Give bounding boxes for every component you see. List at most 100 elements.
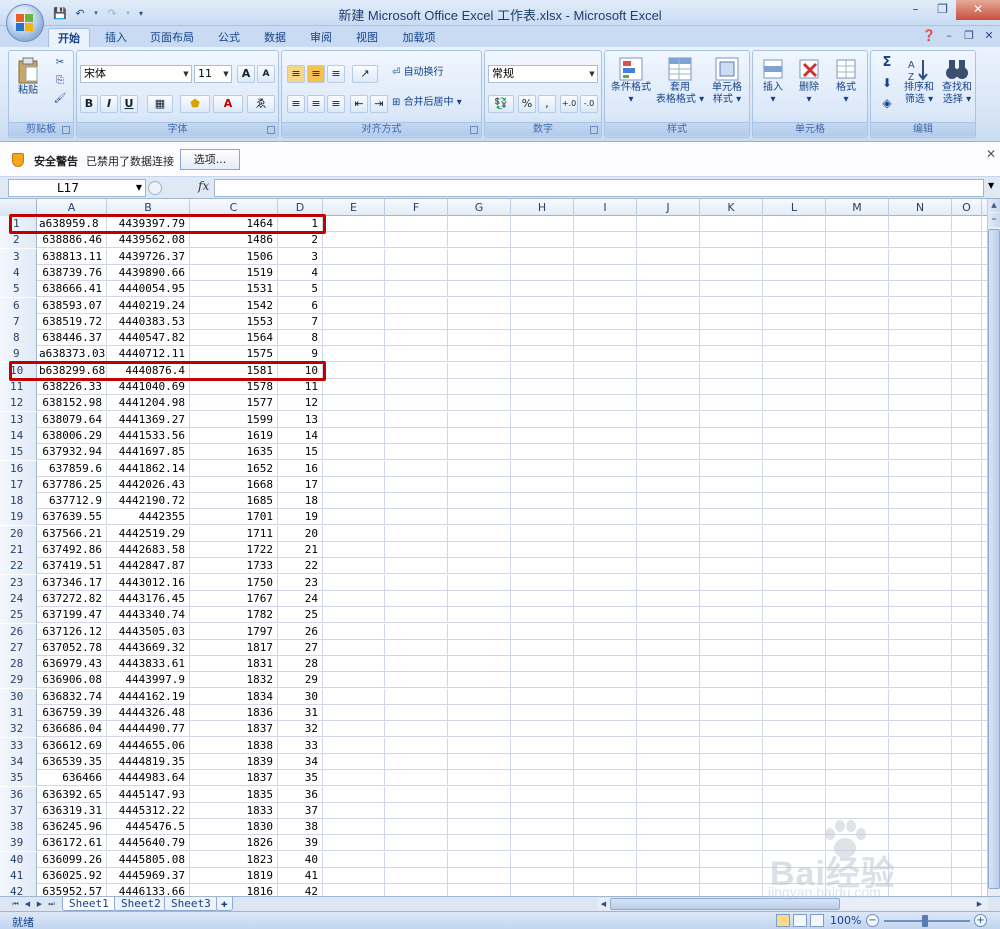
empty-cell[interactable] — [448, 461, 511, 477]
column-header-f[interactable]: F — [385, 199, 448, 216]
empty-cell[interactable] — [637, 787, 700, 803]
cell-a[interactable]: 637052.78 — [37, 640, 107, 656]
empty-cell[interactable] — [574, 298, 637, 314]
scroll-left-icon[interactable]: ◀ — [598, 898, 609, 910]
security-options-button[interactable]: 选项... — [180, 149, 240, 170]
empty-cell[interactable] — [889, 575, 952, 591]
minimize-button[interactable]: – — [902, 0, 929, 20]
row-header[interactable]: 16 — [0, 461, 37, 477]
row-header[interactable]: 41 — [0, 868, 37, 884]
empty-cell[interactable] — [763, 395, 826, 411]
cell-b[interactable]: 4442355 — [107, 509, 190, 525]
empty-cell[interactable] — [826, 591, 889, 607]
decrease-indent-icon[interactable]: ⇤ — [350, 95, 368, 113]
empty-cell[interactable] — [700, 689, 763, 705]
empty-cell[interactable] — [574, 689, 637, 705]
empty-cell[interactable] — [700, 526, 763, 542]
empty-cell[interactable] — [574, 542, 637, 558]
empty-cell[interactable] — [826, 884, 889, 896]
cell-a[interactable]: 636979.43 — [37, 656, 107, 672]
cell-b[interactable]: 4439397.79 — [107, 216, 190, 232]
cell-d[interactable]: 23 — [278, 575, 323, 591]
empty-cell[interactable] — [323, 770, 385, 786]
name-box[interactable]: L17 ▼ — [8, 179, 146, 197]
empty-cell[interactable] — [637, 591, 700, 607]
empty-cell[interactable] — [700, 265, 763, 281]
empty-cell[interactable] — [763, 461, 826, 477]
empty-cell[interactable] — [511, 493, 574, 509]
align-top-icon[interactable]: ≡ — [287, 65, 305, 83]
empty-cell[interactable] — [826, 835, 889, 851]
empty-cell[interactable] — [385, 412, 448, 428]
orientation-icon[interactable]: ↗ — [352, 65, 378, 83]
empty-cell[interactable] — [385, 868, 448, 884]
tab-page-layout[interactable]: 页面布局 — [144, 28, 200, 47]
empty-cell[interactable] — [763, 216, 826, 232]
row-header[interactable]: 35 — [0, 770, 37, 786]
empty-cell[interactable] — [385, 689, 448, 705]
empty-cell[interactable] — [637, 526, 700, 542]
empty-cell[interactable] — [826, 672, 889, 688]
cell-b[interactable]: 4440054.95 — [107, 281, 190, 297]
increase-indent-icon[interactable]: ⇥ — [370, 95, 388, 113]
cell-a[interactable]: 637566.21 — [37, 526, 107, 542]
cell-b[interactable]: 4442683.58 — [107, 542, 190, 558]
empty-cell[interactable] — [952, 770, 982, 786]
cell-b[interactable]: 4443176.45 — [107, 591, 190, 607]
align-bottom-icon[interactable]: ≡ — [327, 65, 345, 83]
split-box-icon[interactable]: ═ — [988, 213, 1000, 227]
insert-cells-button[interactable]: 插入 ▾ — [757, 56, 789, 106]
empty-cell[interactable] — [826, 232, 889, 248]
empty-cell[interactable] — [385, 672, 448, 688]
empty-cell[interactable] — [448, 395, 511, 411]
empty-cell[interactable] — [952, 835, 982, 851]
cell-d[interactable]: 9 — [278, 346, 323, 362]
conditional-formatting-button[interactable]: 条件格式 ▾ — [607, 56, 655, 106]
cell-c[interactable]: 1578 — [190, 379, 278, 395]
prev-sheet-icon[interactable]: ◀ — [22, 898, 33, 910]
empty-cell[interactable] — [323, 395, 385, 411]
empty-cell[interactable] — [637, 558, 700, 574]
empty-cell[interactable] — [700, 249, 763, 265]
cell-c[interactable]: 1819 — [190, 868, 278, 884]
close-icon[interactable]: ✕ — [986, 147, 996, 161]
empty-cell[interactable] — [700, 591, 763, 607]
cell-b[interactable]: 4441204.98 — [107, 395, 190, 411]
empty-cell[interactable] — [826, 314, 889, 330]
empty-cell[interactable] — [889, 379, 952, 395]
empty-cell[interactable] — [763, 689, 826, 705]
fill-icon[interactable]: ⬇ — [877, 77, 897, 89]
empty-cell[interactable] — [385, 428, 448, 444]
empty-cell[interactable] — [637, 281, 700, 297]
cell-a[interactable]: 637492.86 — [37, 542, 107, 558]
column-header-k[interactable]: K — [700, 199, 763, 216]
empty-cell[interactable] — [637, 689, 700, 705]
empty-cell[interactable] — [763, 428, 826, 444]
empty-cell[interactable] — [574, 395, 637, 411]
cell-a[interactable]: 638739.76 — [37, 265, 107, 281]
empty-cell[interactable] — [952, 738, 982, 754]
empty-cell[interactable] — [323, 787, 385, 803]
cell-d[interactable]: 25 — [278, 607, 323, 623]
empty-cell[interactable] — [700, 705, 763, 721]
cell-b[interactable]: 4440876.4 — [107, 363, 190, 379]
font-name-select[interactable]: 宋体 ▼ — [80, 65, 192, 83]
empty-cell[interactable] — [385, 249, 448, 265]
empty-cell[interactable] — [700, 868, 763, 884]
empty-cell[interactable] — [700, 461, 763, 477]
cell-b[interactable]: 4444162.19 — [107, 689, 190, 705]
empty-cell[interactable] — [700, 346, 763, 362]
empty-cell[interactable] — [511, 265, 574, 281]
empty-cell[interactable] — [763, 265, 826, 281]
empty-cell[interactable] — [637, 819, 700, 835]
empty-cell[interactable] — [323, 249, 385, 265]
empty-cell[interactable] — [889, 721, 952, 737]
empty-cell[interactable] — [952, 721, 982, 737]
empty-cell[interactable] — [700, 281, 763, 297]
empty-cell[interactable] — [952, 281, 982, 297]
empty-cell[interactable] — [448, 363, 511, 379]
empty-cell[interactable] — [385, 379, 448, 395]
empty-cell[interactable] — [448, 346, 511, 362]
empty-cell[interactable] — [700, 672, 763, 688]
cell-a[interactable]: 636319.31 — [37, 803, 107, 819]
